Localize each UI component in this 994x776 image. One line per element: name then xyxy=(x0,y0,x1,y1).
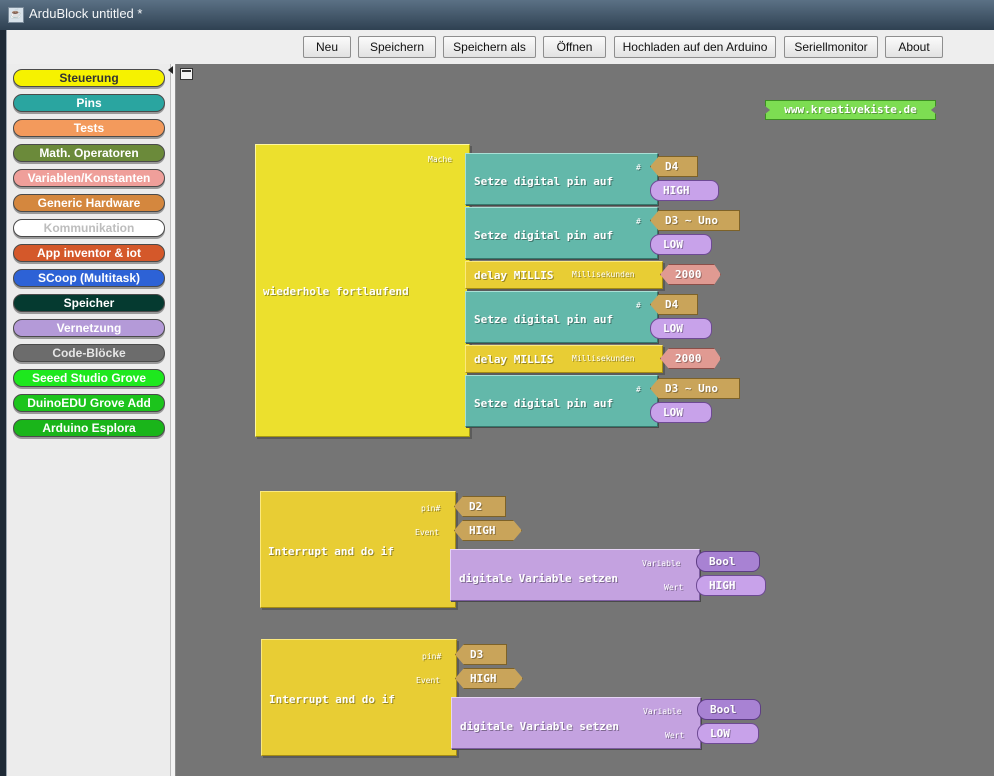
interrupt-block[interactable]: Interrupt and do if pin# Event xyxy=(261,639,457,756)
set-digital-variable-block[interactable]: digitale Variable setzen Variable Wert xyxy=(450,549,700,601)
pin-socket[interactable]: D4 xyxy=(650,294,698,315)
value-socket[interactable]: LOW xyxy=(650,234,712,255)
category-math-operatoren[interactable]: Math. Operatoren xyxy=(13,144,165,162)
serial-monitor-button[interactable]: Seriellmonitor xyxy=(784,36,878,58)
pin-socket[interactable]: D4 xyxy=(650,156,698,177)
category-steuerung[interactable]: Steuerung xyxy=(13,69,165,87)
category-generic-hardware[interactable]: Generic Hardware xyxy=(13,194,165,212)
statement-label: Setze digital pin auf xyxy=(474,229,614,242)
value-socket[interactable]: LOW xyxy=(650,318,712,339)
variable-socket[interactable]: Bool xyxy=(696,551,760,572)
loop-label: wiederhole fortlaufend xyxy=(263,285,409,298)
java-icon: ☕ xyxy=(8,7,24,23)
pin-hash-label: # xyxy=(636,163,641,172)
window-title: ArduBlock untitled * xyxy=(29,6,143,21)
category-speicher[interactable]: Speicher xyxy=(13,294,165,312)
pin-hash-label: # xyxy=(636,217,641,226)
save-as-button[interactable]: Speichern als xyxy=(443,36,536,58)
category-code-bloecke[interactable]: Code-Blöcke xyxy=(13,344,165,362)
category-variablen-konstanten[interactable]: Variablen/Konstanten xyxy=(13,169,165,187)
pin-socket[interactable]: D3 ~ Uno xyxy=(650,378,740,399)
category-scoop-multitask[interactable]: SCoop (Multitask) xyxy=(13,269,165,287)
category-kommunikation[interactable]: Kommunikation xyxy=(13,219,165,237)
block-palette: Steuerung Pins Tests Math. Operatoren Va… xyxy=(7,64,170,776)
new-button[interactable]: Neu xyxy=(303,36,351,58)
save-button[interactable]: Speichern xyxy=(358,36,436,58)
upload-button[interactable]: Hochladen auf den Arduino xyxy=(614,36,776,58)
interrupt-pin-socket[interactable]: D3 xyxy=(455,644,507,665)
value-socket[interactable]: LOW xyxy=(650,402,712,423)
variable-socket[interactable]: Bool xyxy=(697,699,761,720)
param-label: Millisekunden xyxy=(572,354,635,363)
collapse-arrow-icon[interactable] xyxy=(168,66,173,74)
delay-millis-block[interactable]: delay MILLIS Millisekunden xyxy=(465,261,663,289)
param-label: Millisekunden xyxy=(572,270,635,279)
category-vernetzung[interactable]: Vernetzung xyxy=(13,319,165,337)
pin-param-label: pin# xyxy=(421,504,441,513)
set-digital-pin-block[interactable]: Setze digital pin auf # xyxy=(465,291,658,343)
category-app-inventor-iot[interactable]: App inventor & iot xyxy=(13,244,165,262)
value-param-label: Wert xyxy=(664,583,684,592)
value-socket[interactable]: HIGH xyxy=(650,180,719,201)
statement-label: delay MILLIS xyxy=(474,353,554,366)
wert-socket[interactable]: HIGH xyxy=(696,575,766,596)
loop-block[interactable]: wiederhole fortlaufend Mache xyxy=(255,144,470,437)
pin-socket[interactable]: D3 ~ Uno xyxy=(650,210,740,231)
app-window: Neu Speichern Speichern als Öffnen Hochl… xyxy=(6,30,994,776)
value-param-label: Wert xyxy=(665,731,685,740)
pin-param-label: pin# xyxy=(422,652,442,661)
interrupt-block[interactable]: Interrupt and do if pin# Event xyxy=(260,491,456,608)
interrupt-label: Interrupt and do if xyxy=(269,693,395,706)
interrupt-pin-socket[interactable]: D2 xyxy=(454,496,506,517)
toolbar: Neu Speichern Speichern als Öffnen Hochl… xyxy=(7,30,994,65)
statement-label: delay MILLIS xyxy=(474,269,554,282)
variable-param-label: Variable xyxy=(642,559,681,568)
set-digital-pin-block[interactable]: Setze digital pin auf # xyxy=(465,375,658,427)
variable-param-label: Variable xyxy=(643,707,682,716)
interrupt-event-socket[interactable]: HIGH xyxy=(455,668,523,689)
block-canvas[interactable]: www.kreativekiste.de wiederhole fortlauf… xyxy=(176,64,994,776)
statement-label: Setze digital pin auf xyxy=(474,313,614,326)
wert-socket[interactable]: LOW xyxy=(697,723,759,744)
action-label: digitale Variable setzen xyxy=(459,572,618,585)
minimize-canvas-icon[interactable] xyxy=(180,68,193,80)
set-digital-pin-block[interactable]: Setze digital pin auf # xyxy=(465,207,658,259)
watermark-block[interactable]: www.kreativekiste.de xyxy=(765,100,936,120)
action-label: digitale Variable setzen xyxy=(460,720,619,733)
delay-millis-block[interactable]: delay MILLIS Millisekunden xyxy=(465,345,663,373)
loop-socket-label: Mache xyxy=(428,155,453,164)
pin-hash-label: # xyxy=(636,301,641,310)
open-button[interactable]: Öffnen xyxy=(543,36,606,58)
statement-label: Setze digital pin auf xyxy=(474,397,614,410)
about-button[interactable]: About xyxy=(885,36,943,58)
category-tests[interactable]: Tests xyxy=(13,119,165,137)
category-pins[interactable]: Pins xyxy=(13,94,165,112)
category-arduino-esplora[interactable]: Arduino Esplora xyxy=(13,419,165,437)
interrupt-event-socket[interactable]: HIGH xyxy=(454,520,522,541)
statement-label: Setze digital pin auf xyxy=(474,175,614,188)
category-seeed-studio-grove[interactable]: Seeed Studio Grove xyxy=(13,369,165,387)
pin-hash-label: # xyxy=(636,385,641,394)
interrupt-label: Interrupt and do if xyxy=(268,545,394,558)
set-digital-pin-block[interactable]: Setze digital pin auf # xyxy=(465,153,658,205)
window-titlebar: ☕ ArduBlock untitled * xyxy=(0,0,994,30)
delay-value-socket[interactable]: 2000 xyxy=(660,348,721,369)
category-duinoedu-grove-add[interactable]: DuinoEDU Grove Add xyxy=(13,394,165,412)
event-param-label: Event xyxy=(416,676,441,685)
delay-value-socket[interactable]: 2000 xyxy=(660,264,721,285)
set-digital-variable-block[interactable]: digitale Variable setzen Variable Wert xyxy=(451,697,701,749)
event-param-label: Event xyxy=(415,528,440,537)
